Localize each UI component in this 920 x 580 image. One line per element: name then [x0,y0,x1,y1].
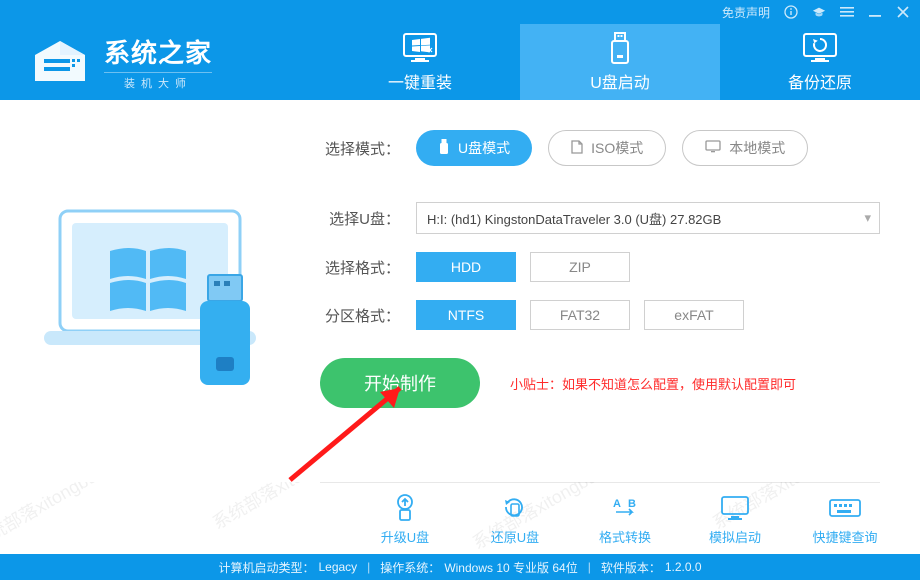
start-button[interactable]: 开始制作 [320,358,480,408]
logo-area: 系统之家 装机大师 [0,24,320,100]
monitor-small-icon [705,140,721,156]
logo-icon [30,37,90,87]
monitor-windows-icon [400,31,440,65]
partition-exfat[interactable]: exFAT [644,300,744,330]
keyboard-icon [828,493,862,523]
bottom-tools: 升级U盘 还原U盘 AB 格式转换 模拟启动 快捷键查询 [0,483,920,554]
usb-up-icon [388,493,422,523]
tab-backup[interactable]: 备份还原 [720,24,920,100]
tab-label: U盘启动 [590,69,650,93]
main: 选择模式： U盘模式 ISO模式 本地模式 选择U盘： H:I: (hd1) K… [0,100,920,482]
tool-convert[interactable]: AB 格式转换 [590,493,660,546]
monitor-refresh-icon [800,31,840,65]
brand-title: 系统之家 [104,33,212,70]
mode-iso[interactable]: ISO模式 [548,130,666,166]
header: 系统之家 装机大师 一键重装 U盘启动 备份还原 [0,24,920,100]
tab-label: 备份还原 [788,69,852,93]
tab-label: 一键重装 [388,69,452,93]
usb-small-icon [438,139,450,158]
tool-hotkeys[interactable]: 快捷键查询 [810,493,880,546]
tool-upgrade[interactable]: 升级U盘 [370,493,440,546]
tab-reinstall[interactable]: 一键重装 [320,24,520,100]
svg-text:A: A [613,498,621,510]
info-icon[interactable] [784,5,798,19]
mode-label: 选择模式： [320,138,400,159]
status-bar: 计算机启动类型：Legacy | 操作系统：Windows 10 专业版 64位… [0,554,920,580]
config-panel: 选择模式： U盘模式 ISO模式 本地模式 选择U盘： H:I: (hd1) K… [320,100,920,482]
titlebar: 免责声明 [0,0,920,24]
monitor-icon [718,493,752,523]
tip-text: 小贴士：如果不知道怎么配置，使用默认配置即可 [510,374,796,393]
tool-restore[interactable]: 还原U盘 [480,493,550,546]
usb-select[interactable]: H:I: (hd1) KingstonDataTraveler 3.0 (U盘)… [416,202,880,234]
usb-drive-icon [600,31,640,65]
partition-fat32[interactable]: FAT32 [530,300,630,330]
graduation-icon[interactable] [812,5,826,19]
usb-select-label: 选择U盘： [320,208,400,229]
svg-text:B: B [628,498,636,510]
illustration [0,100,320,482]
tool-simboot[interactable]: 模拟启动 [700,493,770,546]
disclaimer-link[interactable]: 免责声明 [722,4,770,21]
tab-usb[interactable]: U盘启动 [520,24,720,100]
mode-local[interactable]: 本地模式 [682,130,808,166]
partition-ntfs[interactable]: NTFS [416,300,516,330]
header-tabs: 一键重装 U盘启动 备份还原 [320,24,920,100]
convert-icon: AB [608,493,642,523]
format-hdd[interactable]: HDD [416,252,516,282]
close-icon[interactable] [896,5,910,19]
mode-usb[interactable]: U盘模式 [416,130,532,166]
format-label: 选择格式： [320,257,400,278]
file-icon [571,140,583,157]
format-zip[interactable]: ZIP [530,252,630,282]
menu-icon[interactable] [840,5,854,19]
minimize-icon[interactable] [868,5,882,19]
brand-subtitle: 装机大师 [104,72,212,91]
chevron-down-icon: ▾ [864,210,871,226]
partition-label: 分区格式： [320,305,400,326]
usb-refresh-icon [498,493,532,523]
